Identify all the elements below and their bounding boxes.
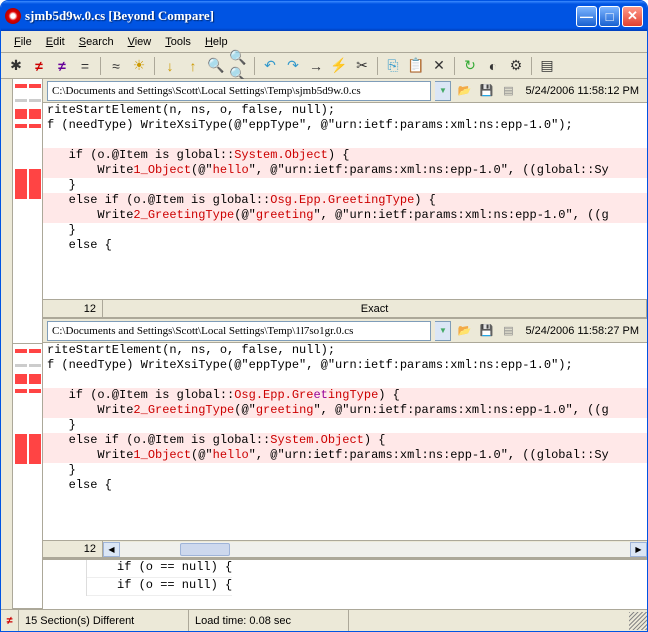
top-line-number: 12 [43, 300, 103, 317]
code-line [43, 373, 647, 388]
save-icon[interactable]: 💾 [477, 322, 495, 340]
bottom-pane-header: ▼ 📂 💾 ▤ 5/24/2006 11:58:27 PM [43, 319, 647, 343]
compare-row: if (o == null) { [43, 560, 647, 578]
horizontal-scrollbar[interactable]: 12 ◀ ▶ [43, 540, 647, 557]
scroll-right-icon[interactable]: ▶ [630, 542, 647, 557]
code-line [43, 133, 647, 148]
paste-icon[interactable]: 📋 [405, 55, 427, 77]
code-line: else { [43, 478, 647, 493]
menu-help[interactable]: Help [198, 34, 235, 50]
line-compare-panel: if (o == null) { if (o == null) { [43, 559, 647, 609]
status-loadtime: Load time: 0.08 sec [189, 610, 349, 631]
bottom-path-input[interactable] [47, 321, 431, 341]
undo-icon[interactable]: ↶ [259, 55, 281, 77]
save-icon[interactable]: 💾 [477, 82, 495, 100]
bottom-code[interactable]: riteStartElement(n, ns, o, false, null);… [43, 343, 647, 540]
compare-row: if (o == null) { [43, 578, 647, 596]
status-sections: 15 Section(s) Different [19, 610, 189, 631]
delete-icon[interactable]: ✕ [428, 55, 450, 77]
window-title: sjmb5d9w.0.cs [Beyond Compare] [25, 8, 576, 24]
top-status-text: Exact [103, 300, 647, 317]
redo-icon[interactable]: ↷ [282, 55, 304, 77]
resize-grip[interactable] [629, 612, 647, 630]
scrollbar-track[interactable] [120, 542, 630, 557]
next-diff-icon[interactable]: ↑ [182, 55, 204, 77]
approx-icon[interactable]: ≈ [105, 55, 127, 77]
menu-search[interactable]: Search [72, 34, 121, 50]
menu-view[interactable]: View [121, 34, 159, 50]
open-folder-icon[interactable]: 📂 [455, 82, 473, 100]
menu-file[interactable]: File [7, 34, 39, 50]
code-line: if (o.@Item is global::Osg.Epp.GreetingT… [43, 388, 647, 403]
code-line: } [43, 223, 647, 238]
show-equal-icon[interactable]: = [74, 55, 96, 77]
toolbar: ✱ ≠ ≠ = ≈ ☀ ↓ ↑ 🔍 🔍🔍 ↶ ↷ → ⚡ ✂ ⎘ 📋 ✕ ↻ ◐… [1, 53, 647, 79]
top-path-dropdown[interactable]: ▼ [435, 81, 451, 101]
code-line: Write1_Object(@"hello", @"urn:ietf:param… [43, 448, 647, 463]
scroll-left-icon[interactable]: ◀ [103, 542, 120, 557]
bottom-timestamp: 5/24/2006 11:58:27 PM [521, 325, 643, 337]
explorer-icon[interactable]: ▤ [499, 322, 517, 340]
copy-icon[interactable]: ⎘ [382, 55, 404, 77]
explorer-icon[interactable]: ▤ [499, 82, 517, 100]
top-code[interactable]: riteStartElement(n, ns, o, false, null);… [43, 103, 647, 299]
content-area: ▼ 📂 💾 ▤ 5/24/2006 11:58:12 PM riteStartE… [1, 79, 647, 609]
code-line: f (needType) WriteXsiType(@"eppType", @"… [43, 118, 647, 133]
minimize-button[interactable]: — [576, 6, 597, 27]
code-line: Write1_Object(@"hello", @"urn:ietf:param… [43, 163, 647, 178]
show-diff2-icon[interactable]: ≠ [51, 55, 73, 77]
open-folder-icon[interactable]: 📂 [455, 322, 473, 340]
code-line: Write2_GreetingType(@"greeting", @"urn:i… [43, 403, 647, 418]
left-gutter [1, 79, 13, 609]
code-line: } [43, 418, 647, 433]
app-window: sjmb5d9w.0.cs [Beyond Compare] — □ ✕ Fil… [0, 0, 648, 632]
prev-diff-icon[interactable]: ↓ [159, 55, 181, 77]
show-all-icon[interactable]: ✱ [5, 55, 27, 77]
titlebar[interactable]: sjmb5d9w.0.cs [Beyond Compare] — □ ✕ [1, 1, 647, 31]
code-line: riteStartElement(n, ns, o, false, null); [43, 103, 647, 118]
scrollbar-thumb[interactable] [180, 543, 230, 556]
top-timestamp: 5/24/2006 11:58:12 PM [521, 85, 643, 97]
top-path-input[interactable] [47, 81, 431, 101]
close-button[interactable]: ✕ [622, 6, 643, 27]
code-line: else { [43, 238, 647, 253]
find-icon[interactable]: 🔍 [205, 55, 227, 77]
code-line: f (needType) WriteXsiType(@"eppType", @"… [43, 358, 647, 373]
status-diff-icon: ≠ [1, 610, 19, 631]
top-pane-status: 12 Exact [43, 299, 647, 317]
code-line: else if (o.@Item is global::Osg.Epp.Gree… [43, 193, 647, 208]
show-diff-icon[interactable]: ≠ [28, 55, 50, 77]
copy-right-icon[interactable]: → [305, 55, 327, 77]
thumbnail-strip[interactable] [13, 79, 43, 609]
gear-icon[interactable]: ⚙ [505, 55, 527, 77]
options-icon[interactable]: ◐ [482, 55, 504, 77]
reload-icon[interactable]: ↻ [459, 55, 481, 77]
layout-icon[interactable]: ▤ [536, 55, 558, 77]
bottom-path-dropdown[interactable]: ▼ [435, 321, 451, 341]
code-line: } [43, 463, 647, 478]
bottom-pane: ▼ 📂 💾 ▤ 5/24/2006 11:58:27 PM riteStartE… [43, 319, 647, 559]
bottom-line-number: 12 [43, 541, 103, 557]
code-line: if (o.@Item is global::System.Object) { [43, 148, 647, 163]
app-icon [5, 8, 21, 24]
top-pane: ▼ 📂 💾 ▤ 5/24/2006 11:58:12 PM riteStartE… [43, 79, 647, 319]
menu-edit[interactable]: Edit [39, 34, 72, 50]
code-line: } [43, 178, 647, 193]
swap-icon[interactable]: ⚡ [328, 55, 350, 77]
code-line: else if (o.@Item is global::System.Objec… [43, 433, 647, 448]
top-pane-header: ▼ 📂 💾 ▤ 5/24/2006 11:58:12 PM [43, 79, 647, 103]
code-line: Write2_GreetingType(@"greeting", @"urn:i… [43, 208, 647, 223]
rules-icon[interactable]: ☀ [128, 55, 150, 77]
menubar: File Edit Search View Tools Help [1, 31, 647, 53]
find-next-icon[interactable]: 🔍🔍 [228, 55, 250, 77]
menu-tools[interactable]: Tools [158, 34, 198, 50]
code-line: riteStartElement(n, ns, o, false, null); [43, 343, 647, 358]
statusbar: ≠ 15 Section(s) Different Load time: 0.0… [1, 609, 647, 631]
cut-icon[interactable]: ✂ [351, 55, 373, 77]
maximize-button[interactable]: □ [599, 6, 620, 27]
